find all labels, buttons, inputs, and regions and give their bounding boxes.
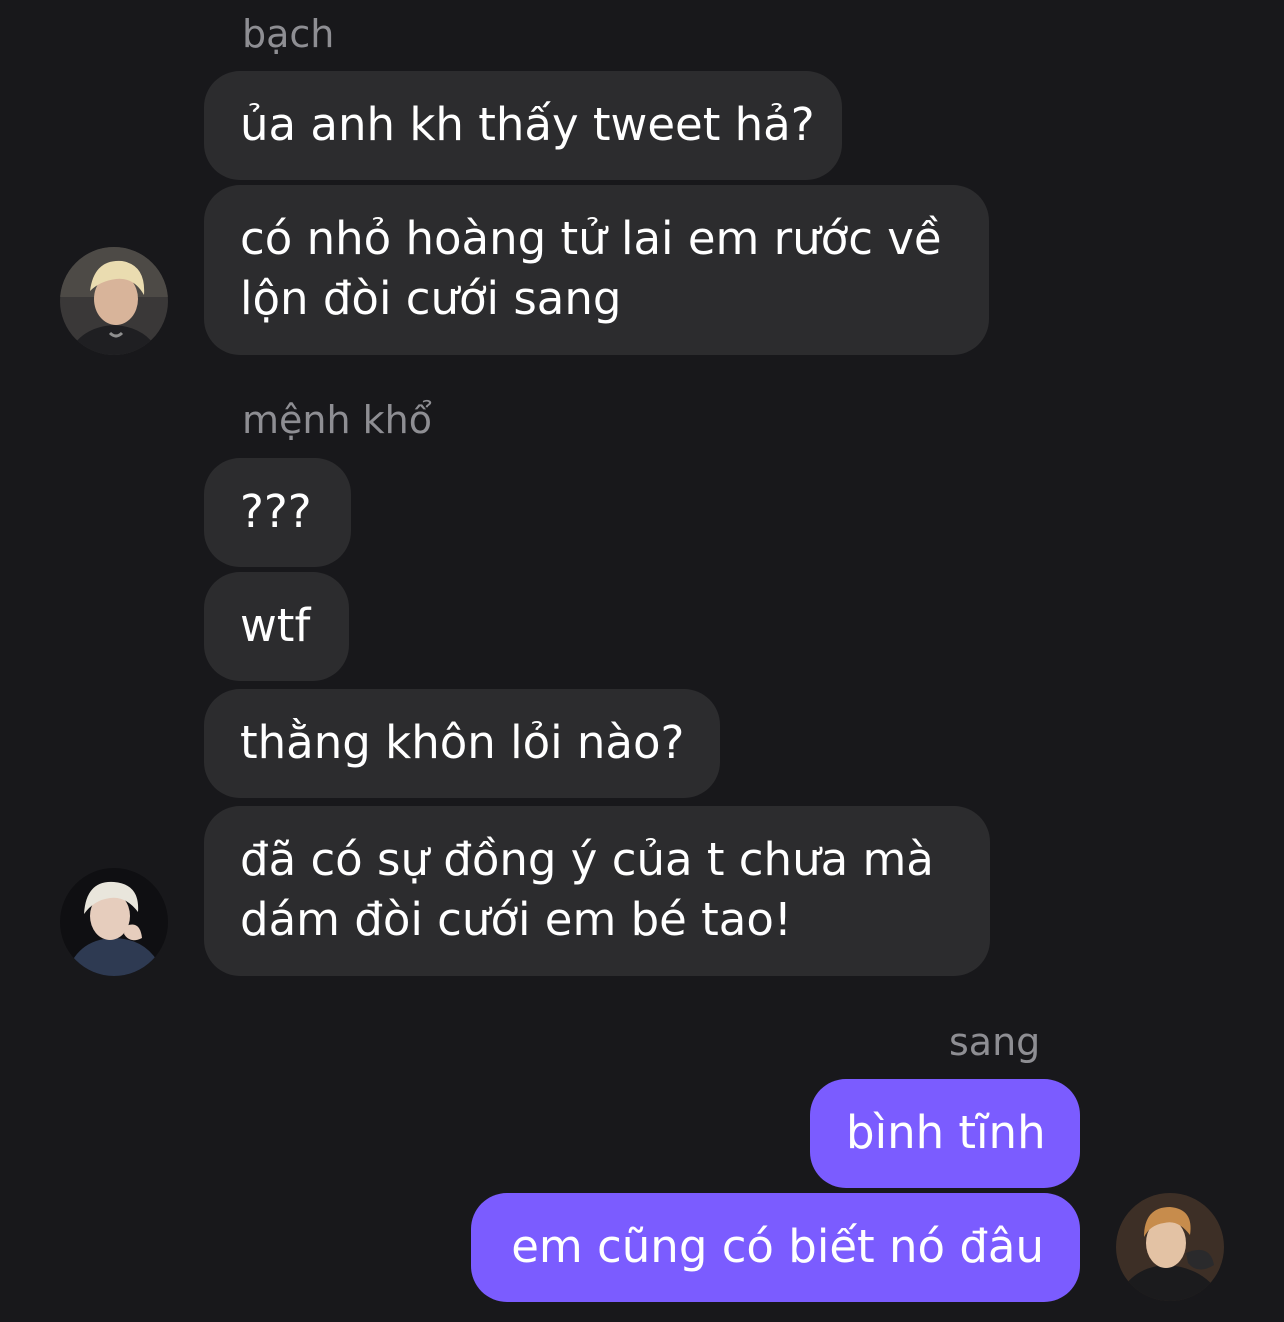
message-text: có nhỏ hoàng tử lai em rước về [240,212,942,265]
message-bubble[interactable]: ??? [204,458,351,567]
message-text: thằng khôn lỏi nào? [240,716,685,769]
avatar-sang[interactable] [1116,1193,1224,1301]
message-bubble[interactable]: bình tĩnh [810,1079,1080,1188]
sender-name-menh-kho: mệnh khổ [242,398,432,442]
avatar-bach[interactable] [60,247,168,355]
message-bubble[interactable]: thằng khôn lỏi nào? [204,689,720,798]
message-bubble[interactable]: ủa anh kh thấy tweet hả? [204,71,842,180]
sender-name-bach: bạch [242,12,335,56]
message-text: dám đòi cưới em bé tao! [240,893,792,946]
message-bubble[interactable]: wtf [204,572,349,681]
message-text: bình tĩnh [846,1106,1046,1159]
message-text: đã có sự đồng ý của t chưa mà [240,833,934,886]
message-bubble[interactable]: đã có sự đồng ý của t chưa mà dám đòi cư… [204,806,990,976]
avatar-menh-kho[interactable] [60,868,168,976]
message-text: ??? [240,485,312,538]
message-bubble[interactable]: có nhỏ hoàng tử lai em rước về lộn đòi c… [204,185,989,355]
sender-name-sang: sang [949,1020,1041,1064]
message-text: wtf [240,599,311,652]
message-bubble[interactable]: em cũng có biết nó đâu [471,1193,1080,1302]
message-text: ủa anh kh thấy tweet hả? [240,98,815,151]
message-text: em cũng có biết nó đâu [511,1220,1044,1273]
message-text: lộn đòi cưới sang [240,272,622,325]
